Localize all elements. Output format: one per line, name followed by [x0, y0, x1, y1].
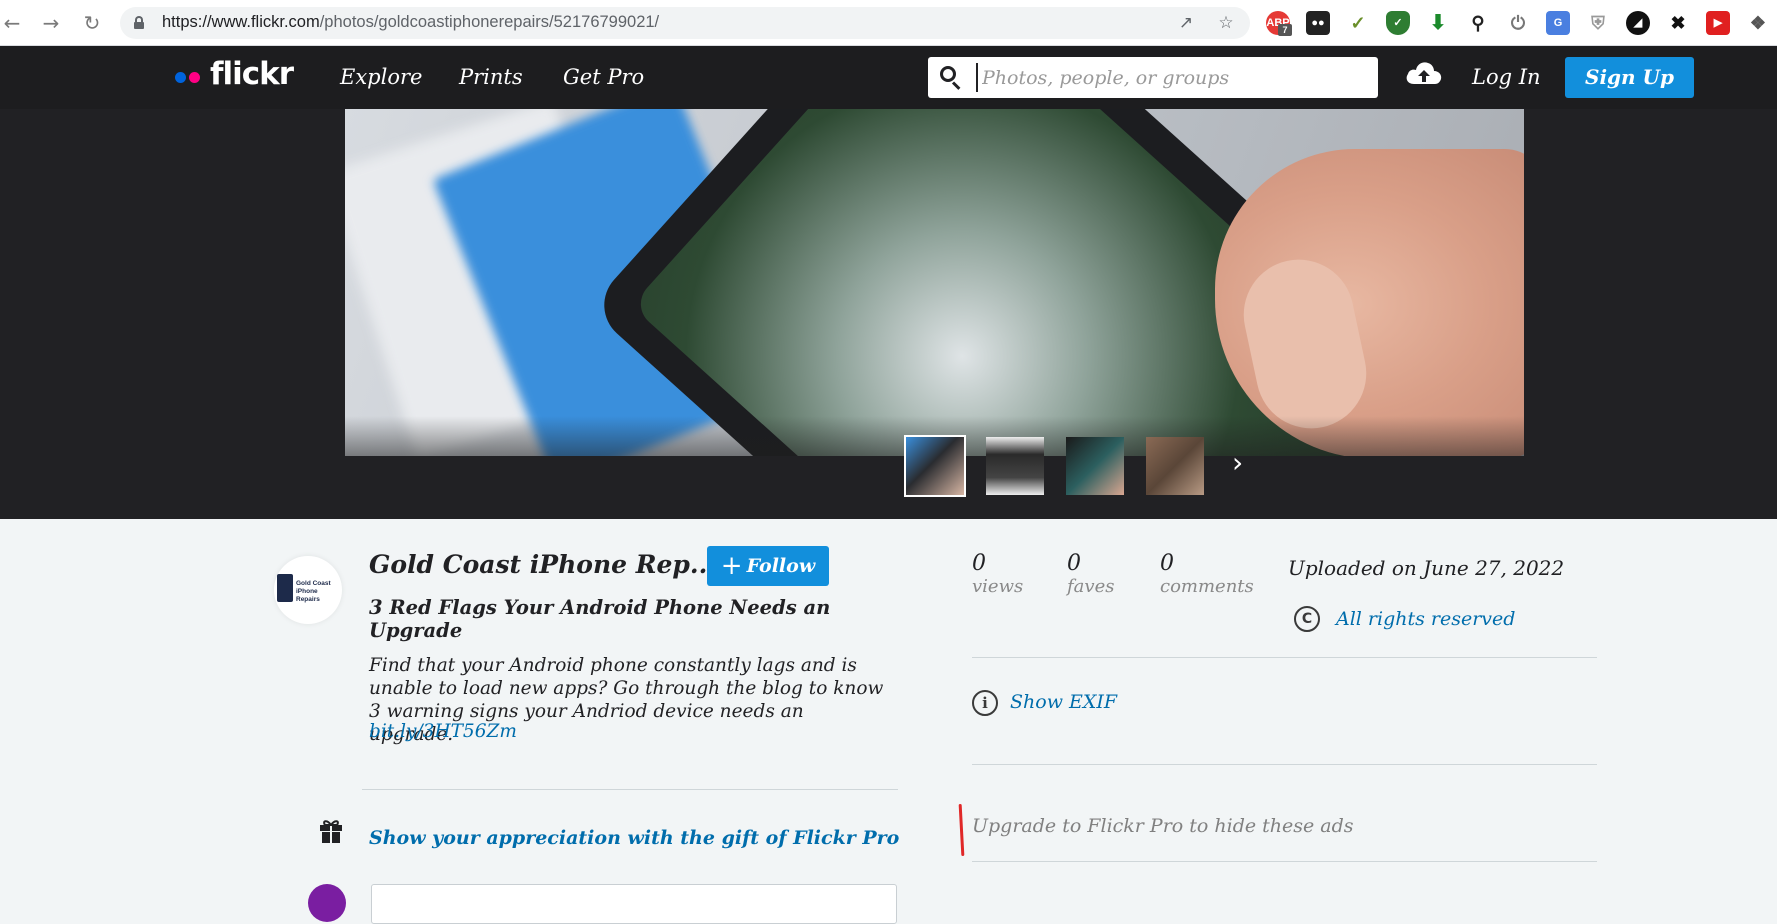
divider — [972, 657, 1597, 658]
comments-stat: 0 comments — [1160, 552, 1254, 598]
thumbnail-teardown[interactable] — [984, 435, 1046, 497]
tool-icon[interactable]: ✖ — [1666, 11, 1690, 35]
follow-label: Follow — [746, 555, 816, 577]
nav-prints[interactable]: Prints — [459, 65, 523, 89]
gift-icon — [320, 820, 342, 843]
logo-pink-dot — [189, 72, 200, 83]
adblock-badge: 7 — [1278, 24, 1292, 36]
url-host: https://www.flickr.com — [162, 13, 320, 31]
search-input[interactable] — [976, 63, 1366, 92]
share-icon[interactable]: ↗ — [1176, 13, 1196, 33]
signup-button[interactable]: Sign Up — [1565, 57, 1694, 98]
views-label: views — [972, 576, 1024, 597]
reload-icon[interactable]: ↻ — [80, 11, 104, 35]
comments-count: 0 — [1160, 551, 1174, 576]
thumbnail-repair[interactable] — [1064, 435, 1126, 497]
views-count: 0 — [972, 551, 986, 576]
shield-check-icon[interactable]: ✓ — [1386, 11, 1410, 35]
plus-icon: + — [720, 551, 743, 581]
logo-blue-dot — [175, 72, 186, 83]
faves-stat: 0 faves — [1067, 552, 1114, 598]
lock-icon — [134, 16, 144, 29]
eyedropper-icon[interactable]: ✓ — [1346, 11, 1370, 35]
nav-get-pro[interactable]: Get Pro — [563, 65, 644, 89]
nav-explore[interactable]: Explore — [340, 65, 422, 89]
faves-label: faves — [1067, 576, 1115, 597]
comment-input[interactable] — [371, 884, 897, 924]
info-icon: i — [972, 690, 998, 716]
rights-link[interactable]: All rights reserved — [1336, 608, 1515, 630]
contrast-icon[interactable]: ◢ — [1626, 11, 1650, 35]
upload-date: Uploaded on June 27, 2022 — [1288, 556, 1565, 580]
owner-avatar[interactable]: Gold Coast iPhone Repairs — [274, 556, 342, 624]
commenter-avatar — [308, 884, 346, 922]
owner-name[interactable]: Gold Coast iPhone Rep... — [369, 550, 716, 579]
power-icon[interactable]: ⏻ — [1506, 11, 1530, 35]
divider — [972, 764, 1597, 765]
back-icon[interactable]: ← — [0, 11, 24, 35]
youtube-icon[interactable]: ▶ — [1706, 11, 1730, 35]
shield-icon[interactable]: ⛨ — [1586, 11, 1610, 35]
search-icon[interactable] — [940, 66, 962, 90]
cloud-upload-icon[interactable] — [1404, 58, 1444, 88]
avatar-text: Gold Coast iPhone Repairs — [296, 580, 331, 603]
divider — [362, 789, 898, 790]
photo-title: 3 Red Flags Your Android Phone Needs an … — [369, 596, 831, 642]
views-stat: 0 views — [972, 552, 1023, 598]
forward-icon[interactable]: → — [39, 11, 63, 35]
divider — [972, 861, 1597, 862]
show-exif-link[interactable]: Show EXIF — [1010, 691, 1117, 713]
logo-wordmark: flickr — [210, 56, 294, 92]
follow-button[interactable]: + Follow — [707, 546, 829, 586]
description-link[interactable]: bit.ly/3HT56Zm — [369, 721, 517, 742]
hide-ads-link[interactable]: Upgrade to Flickr Pro to hide these ads — [972, 815, 1354, 837]
browser-toolbar: ← → ↻ https://www.flickr.com/photos/gold… — [0, 0, 1777, 46]
puzzle-icon[interactable]: ❖ — [1746, 11, 1770, 35]
thumbnail-bench[interactable] — [1144, 435, 1206, 497]
main-photo[interactable] — [345, 109, 1524, 456]
comments-label: comments — [1160, 576, 1254, 597]
site-header: flickr Explore Prints Get Pro Log In Sig… — [0, 46, 1777, 109]
ads-marker — [958, 803, 965, 857]
search-box — [928, 57, 1378, 98]
url-path: /photos/goldcoastiphonerepairs/521767990… — [319, 13, 660, 31]
download-arrow-icon[interactable]: ⬇ — [1426, 11, 1450, 35]
bookmark-star-icon[interactable]: ☆ — [1216, 13, 1236, 33]
copyright-icon: C — [1294, 606, 1320, 632]
address-bar[interactable]: https://www.flickr.com/photos/goldcoasti… — [120, 7, 1250, 39]
thumbnail-current[interactable] — [904, 435, 966, 497]
gift-pro-link[interactable]: Show your appreciation with the gift of … — [369, 827, 899, 849]
photo-stage — [0, 109, 1777, 519]
magnifier-icon[interactable]: ⚲ — [1466, 11, 1490, 35]
url-text: https://www.flickr.com/photos/goldcoasti… — [162, 13, 659, 32]
adblock-icon[interactable]: ABP 7 — [1266, 11, 1292, 36]
login-link[interactable]: Log In — [1472, 65, 1541, 89]
faves-count: 0 — [1067, 551, 1081, 576]
translate-icon[interactable]: G — [1546, 11, 1570, 35]
extension-icon[interactable]: ●● — [1306, 11, 1330, 35]
chevron-right-icon[interactable]: › — [1232, 448, 1252, 478]
